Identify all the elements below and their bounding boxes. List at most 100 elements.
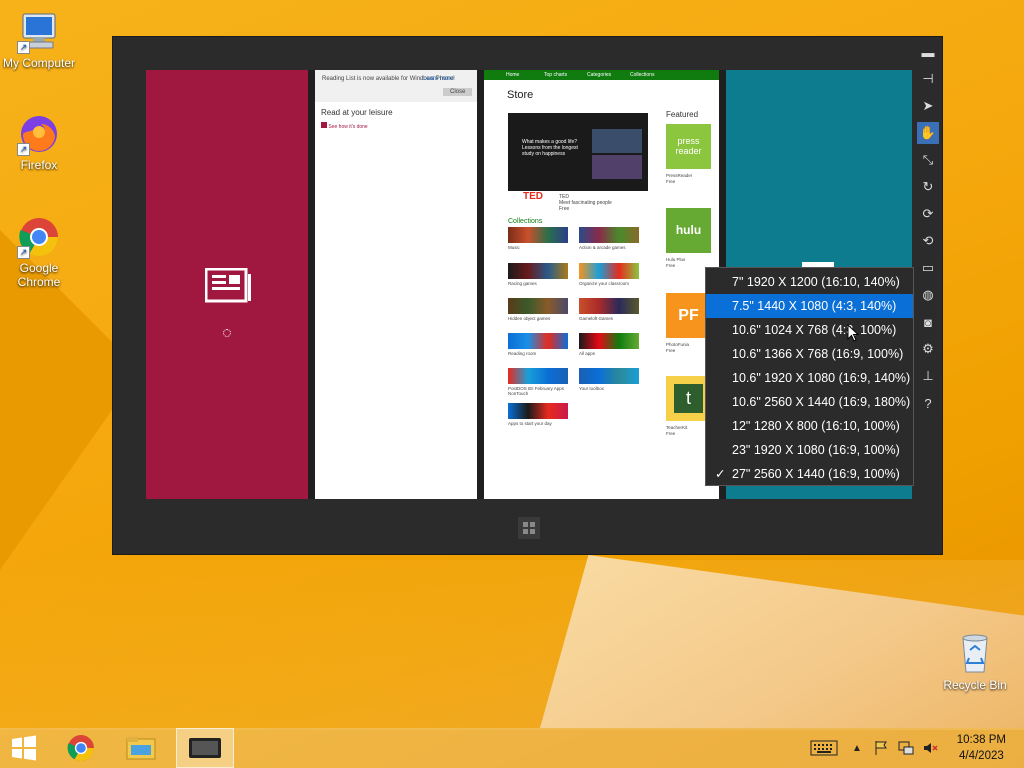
- windows-start-button[interactable]: [518, 517, 540, 539]
- mouse-mode-button[interactable]: ➤: [917, 95, 939, 117]
- screenshot-button[interactable]: ◙: [917, 311, 939, 333]
- store-nav-top-charts[interactable]: Top charts: [544, 72, 567, 78]
- resolution-option[interactable]: 23" 1920 X 1080 (16:9, 100%): [706, 438, 913, 462]
- collection-label[interactable]: Your toolbox: [579, 386, 604, 391]
- banner-link[interactable]: Learn more: [423, 76, 454, 82]
- collection-label[interactable]: Music: [508, 245, 520, 250]
- store-title: Store: [507, 89, 534, 101]
- cursor-icon: ➤: [922, 98, 934, 113]
- network-status-button[interactable]: [896, 728, 916, 768]
- resolution-option[interactable]: 10.6" 2560 X 1440 (16:9, 180%): [706, 390, 913, 414]
- resolution-option-checked[interactable]: ✓ 27" 2560 X 1440 (16:9, 100%): [706, 462, 913, 486]
- hero-thumb: [592, 129, 642, 153]
- network-icon: ⊥: [922, 368, 934, 383]
- collection-label[interactable]: Racing games: [508, 281, 537, 286]
- taskbar-file-explorer-button[interactable]: [118, 728, 164, 768]
- resolution-option-highlighted[interactable]: 7.5" 1440 X 1080 (4:3, 140%): [706, 294, 913, 318]
- reading-list-pane[interactable]: Reading List is now available for Window…: [315, 70, 477, 499]
- hulu-tile[interactable]: hulu: [666, 208, 711, 253]
- chrome-icon: [67, 735, 94, 761]
- simulator-toolbar: ▬ ⊣ ➤ ✋ ⤡ ↻ ⟳ ⟲ ▭ ◍ ◙ ⚙ ⊥ ?: [915, 41, 941, 419]
- resolution-option-label: 10.6" 2560 X 1440 (16:9, 180%): [732, 395, 911, 409]
- change-resolution-button[interactable]: ▭: [917, 257, 939, 279]
- loading-spinner: [223, 329, 231, 337]
- network-icon: [898, 741, 914, 755]
- featured-app-price: Free: [666, 431, 676, 436]
- resolution-option[interactable]: 10.6" 1920 X 1080 (16:9, 140%): [706, 366, 913, 390]
- chevron-up-icon: ▲: [852, 742, 862, 754]
- system-clock[interactable]: 10:38 PM 4/4/2023: [957, 732, 1006, 764]
- show-hidden-icons-button[interactable]: ▲: [848, 728, 866, 768]
- minimize-button[interactable]: ▬: [917, 41, 939, 63]
- featured-app-price: Free: [666, 348, 676, 353]
- resolution-option[interactable]: 10.6" 1024 X 768 (4:3, 100%): [706, 318, 913, 342]
- collection-label[interactable]: Action & arcade games: [579, 245, 626, 250]
- resolution-option[interactable]: 10.6" 1366 X 768 (16:9, 100%): [706, 342, 913, 366]
- clock-time: 10:38 PM: [956, 734, 1006, 746]
- rotate-counterclockwise-icon: ⟲: [922, 233, 934, 248]
- collection-label[interactable]: Apps to start your day: [508, 421, 552, 426]
- start-button[interactable]: [0, 728, 48, 768]
- close-button[interactable]: Close: [443, 88, 473, 96]
- pinch-zoom-button[interactable]: ⤡: [917, 149, 939, 171]
- featured-app-name: TeacherKit: [666, 425, 688, 430]
- monitor-icon: ▭: [921, 260, 935, 275]
- hero-caption: What makes a good life? Lessons from the…: [522, 139, 578, 157]
- desktop-icon-recycle-bin[interactable]: Recycle Bin: [937, 632, 1013, 692]
- desktop-icon-firefox[interactable]: ↗ Firefox: [1, 112, 77, 172]
- reading-list-hint[interactable]: See how it's done: [321, 122, 368, 130]
- store-pane[interactable]: Home Top charts Categories Collections S…: [484, 70, 719, 499]
- pressreader-tile[interactable]: press reader: [666, 124, 711, 169]
- desktop-icon-chrome[interactable]: ↗ Google Chrome: [1, 215, 77, 289]
- minimize-icon: ▬: [921, 44, 935, 60]
- store-nav-collections[interactable]: Collections: [630, 72, 654, 78]
- featured-app-price: Free: [666, 263, 676, 268]
- tablet-icon: [189, 738, 221, 758]
- taskbar-simulator-button[interactable]: [176, 728, 234, 768]
- windows-logo-icon: [12, 735, 36, 761]
- taskbar-chrome-button[interactable]: [58, 728, 104, 768]
- collection-label[interactable]: PostDOS IEI February Apps NonTouch: [508, 386, 568, 396]
- resolution-option[interactable]: 12" 1280 X 800 (16:10, 100%): [706, 414, 913, 438]
- resolution-option-label: 7" 1920 X 1200 (16:10, 140%): [732, 275, 900, 289]
- touch-keyboard-button[interactable]: [808, 728, 840, 768]
- resolution-option[interactable]: 7" 1920 X 1200 (16:10, 140%): [706, 270, 913, 294]
- collection-label[interactable]: Organize your classroom: [579, 281, 629, 286]
- settings-button[interactable]: ⚙: [917, 338, 939, 360]
- rotate-touch-icon: ↻: [922, 179, 934, 194]
- collection-label[interactable]: Gameloft Games: [579, 316, 613, 321]
- news-app-pane[interactable]: [146, 70, 308, 499]
- volume-button[interactable]: [920, 728, 940, 768]
- network-button[interactable]: ⊥: [917, 365, 939, 387]
- store-nav-home[interactable]: Home: [506, 72, 519, 78]
- desktop-icon-my-computer[interactable]: ↗ My Computer: [1, 10, 77, 70]
- collection-label[interactable]: Reading room: [508, 351, 536, 356]
- ted-logo: TED: [523, 191, 543, 202]
- reading-list-heading: Read at your leisure: [321, 108, 393, 117]
- rotation-touch-button[interactable]: ↻: [917, 176, 939, 198]
- resolution-option-label: 10.6" 1920 X 1080 (16:9, 140%): [732, 371, 911, 385]
- featured-app-name: PhotoFunia: [666, 342, 690, 347]
- resolution-option-label: 27" 2560 X 1440 (16:9, 100%): [732, 467, 900, 481]
- firefox-icon: ↗: [17, 112, 61, 156]
- resolution-option-label: 10.6" 1024 X 768 (4:3, 100%): [732, 323, 897, 337]
- news-icon: [204, 267, 253, 309]
- collection-label[interactable]: All apps: [579, 351, 595, 356]
- hero-thumb: [592, 155, 642, 179]
- windows-logo-icon: [518, 517, 540, 539]
- always-on-top-button[interactable]: ⊣: [917, 68, 939, 90]
- collection-label[interactable]: Hidden object games: [508, 316, 550, 321]
- action-center-button[interactable]: [872, 728, 892, 768]
- resolution-option-label: 7.5" 1440 X 1080 (4:3, 140%): [732, 299, 897, 313]
- store-nav-categories[interactable]: Categories: [587, 72, 611, 78]
- help-button[interactable]: ?: [917, 392, 939, 414]
- ted-hero-image[interactable]: What makes a good life? Lessons from the…: [508, 113, 648, 191]
- reading-list-banner: Reading List is now available for Window…: [315, 70, 477, 102]
- set-location-button[interactable]: ◍: [917, 284, 939, 306]
- rotate-counterclockwise-button[interactable]: ⟲: [917, 230, 939, 252]
- rotate-clockwise-button[interactable]: ⟳: [917, 203, 939, 225]
- resolution-option-label: 23" 1920 X 1080 (16:9, 100%): [732, 443, 900, 457]
- shortcut-arrow-icon: ↗: [17, 143, 30, 156]
- touch-mode-button[interactable]: ✋: [917, 122, 939, 144]
- shortcut-arrow-icon: ↗: [17, 246, 30, 259]
